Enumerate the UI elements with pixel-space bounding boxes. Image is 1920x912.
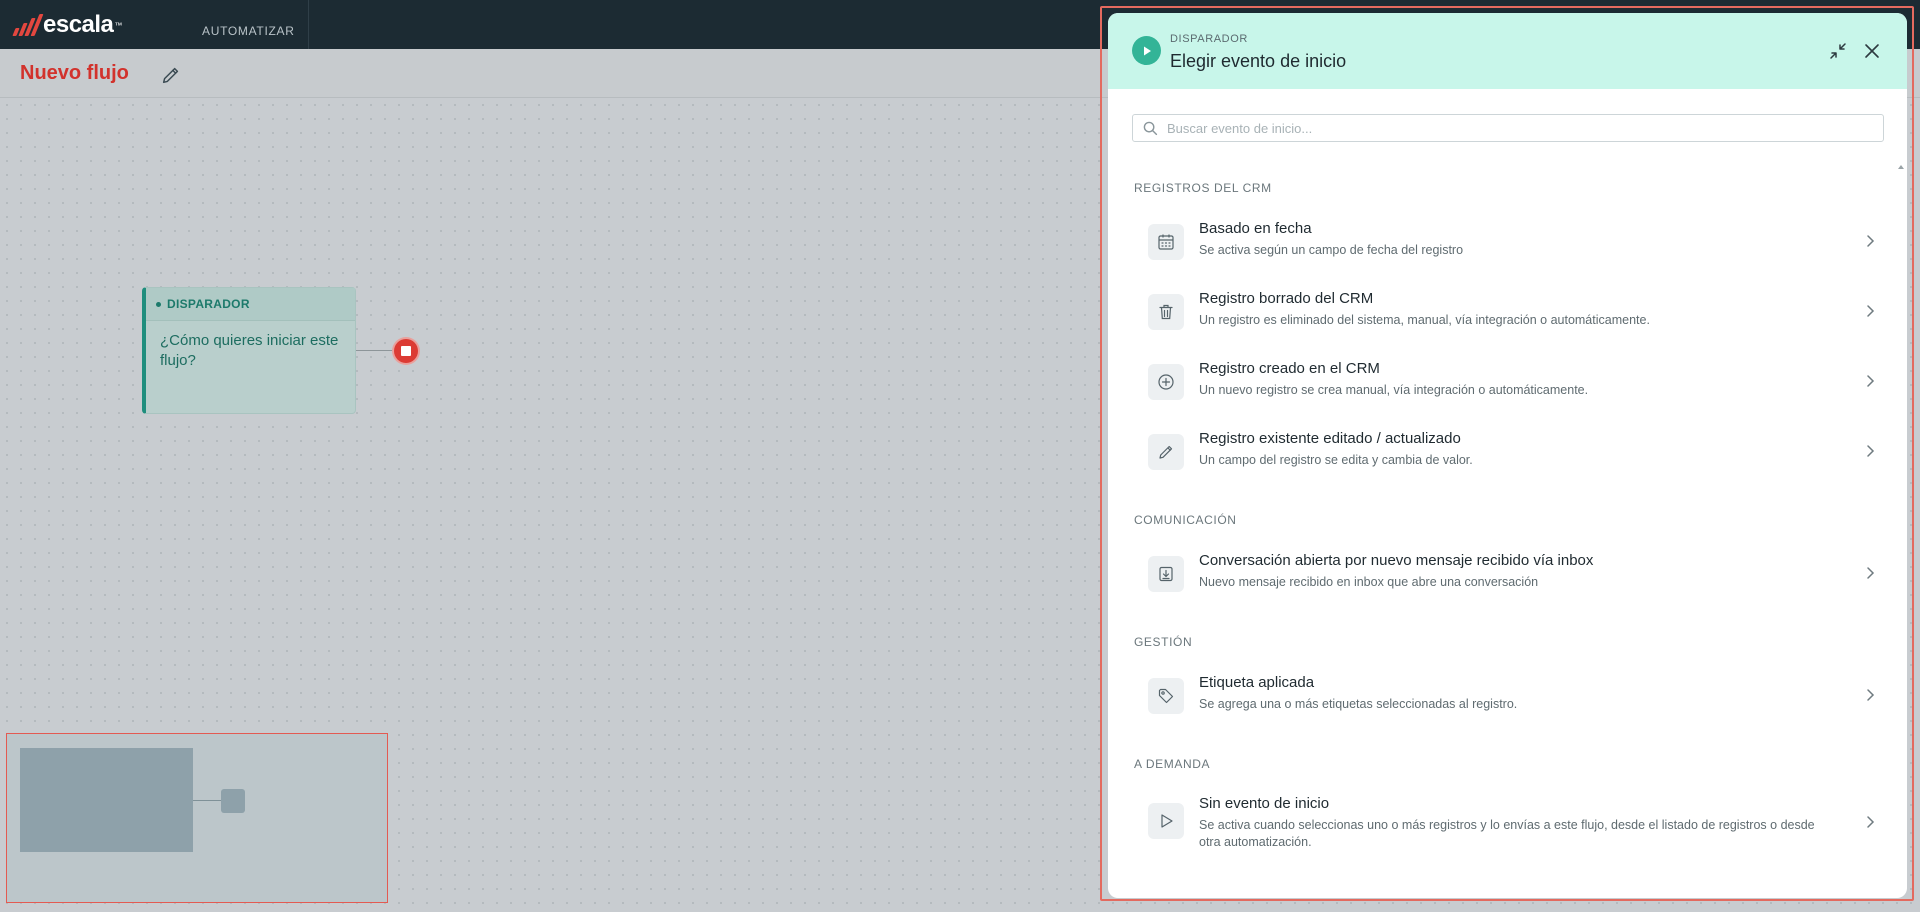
- event-item-desc: Un registro es eliminado del sistema, ma…: [1199, 313, 1650, 327]
- logo-bars-icon: [12, 14, 44, 36]
- event-item-desc: Se activa según un campo de fecha del re…: [1199, 243, 1464, 257]
- panel-header: DISPARADOR Elegir evento de inicio: [1108, 13, 1907, 89]
- page-title: Nuevo flujo: [20, 62, 129, 84]
- event-item-sin-evento[interactable]: Sin evento de inicio Se activa cuando se…: [1132, 787, 1884, 857]
- event-item-registro-creado[interactable]: Registro creado en el CRM Un nuevo regis…: [1132, 352, 1884, 410]
- tag-icon: [1148, 678, 1184, 714]
- section-title-a-demanda: A DEMANDA: [1134, 757, 1211, 771]
- plus-circle-icon: [1148, 364, 1184, 400]
- trigger-node-text: ¿Cómo quieres iniciar este flujo?: [160, 332, 339, 369]
- trigger-picker-panel: DISPARADOR Elegir evento de inicio REGIS…: [1108, 13, 1907, 898]
- minimap-node: [20, 748, 193, 852]
- escala-logo[interactable]: escala ™: [12, 11, 123, 38]
- event-item-title: Etiqueta aplicada: [1199, 674, 1315, 691]
- inbox-download-icon: [1148, 556, 1184, 592]
- panel-kicker: DISPARADOR: [1170, 33, 1248, 45]
- logo-text: escala: [43, 11, 114, 38]
- nav-separator: [308, 0, 309, 49]
- event-item-title: Conversación abierta por nuevo mensaje r…: [1199, 552, 1594, 569]
- trash-icon: [1148, 294, 1184, 330]
- search-field[interactable]: [1132, 114, 1884, 142]
- event-item-etiqueta-aplicada[interactable]: Etiqueta aplicada Se agrega una o más et…: [1132, 666, 1884, 724]
- play-outline-icon: [1148, 803, 1184, 839]
- event-item-desc: Nuevo mensaje recibido en inbox que abre…: [1199, 575, 1539, 589]
- section-title-registros-crm: REGISTROS DEL CRM: [1134, 181, 1272, 195]
- section-title-gestion: GESTIÓN: [1134, 635, 1193, 649]
- chevron-right-icon: [1867, 816, 1875, 828]
- minimap[interactable]: [6, 733, 388, 903]
- edit-title-pencil-icon[interactable]: [160, 64, 182, 86]
- minimap-connector: [193, 800, 221, 801]
- node-connector: [356, 350, 394, 351]
- event-item-title: Registro creado en el CRM: [1199, 360, 1380, 377]
- collapse-icon[interactable]: [1828, 41, 1848, 61]
- event-item-title: Sin evento de inicio: [1199, 795, 1330, 812]
- event-item-basado-en-fecha[interactable]: Basado en fecha Se activa según un campo…: [1132, 212, 1884, 270]
- event-item-registro-borrado[interactable]: Registro borrado del CRM Un registro es …: [1132, 282, 1884, 340]
- minimap-end-node: [221, 789, 245, 813]
- event-item-desc: Se activa cuando seleccionas uno o más r…: [1199, 818, 1815, 849]
- calendar-icon: [1148, 224, 1184, 260]
- event-item-title: Registro borrado del CRM: [1199, 290, 1374, 307]
- event-item-title: Registro existente editado / actualizado: [1199, 430, 1461, 447]
- chevron-right-icon: [1867, 375, 1875, 387]
- scroll-up-arrow-icon[interactable]: [1898, 165, 1904, 169]
- trigger-node-header: DISPARADOR: [146, 288, 355, 321]
- end-node-stop-icon[interactable]: [394, 339, 418, 363]
- chevron-right-icon: [1867, 689, 1875, 701]
- panel-title: Elegir evento de inicio: [1170, 51, 1347, 71]
- bullet-icon: [156, 301, 161, 307]
- chevron-right-icon: [1867, 305, 1875, 317]
- trigger-node-label: DISPARADOR: [167, 297, 250, 311]
- chevron-right-icon: [1867, 235, 1875, 247]
- event-item-title: Basado en fecha: [1199, 220, 1312, 237]
- event-item-conversacion-inbox[interactable]: Conversación abierta por nuevo mensaje r…: [1132, 544, 1884, 602]
- chevron-right-icon: [1867, 567, 1875, 579]
- chevron-right-icon: [1867, 445, 1875, 457]
- event-item-desc: Un nuevo registro se crea manual, vía in…: [1199, 383, 1589, 397]
- nav-automatizar[interactable]: AUTOMATIZAR: [202, 24, 295, 38]
- trigger-node[interactable]: DISPARADOR ¿Cómo quieres iniciar este fl…: [142, 287, 356, 414]
- pencil-icon: [1148, 434, 1184, 470]
- event-item-desc: Se agrega una o más etiquetas selecciona…: [1199, 697, 1518, 711]
- event-item-desc: Un campo del registro se edita y cambia …: [1199, 453, 1473, 467]
- close-icon[interactable]: [1862, 41, 1882, 61]
- logo-trademark: ™: [114, 20, 123, 30]
- section-title-comunicacion: COMUNICACIÓN: [1134, 513, 1237, 527]
- play-icon: [1132, 36, 1161, 65]
- event-item-registro-editado[interactable]: Registro existente editado / actualizado…: [1132, 422, 1884, 480]
- search-icon: [1143, 121, 1158, 136]
- search-input[interactable]: [1165, 119, 1869, 137]
